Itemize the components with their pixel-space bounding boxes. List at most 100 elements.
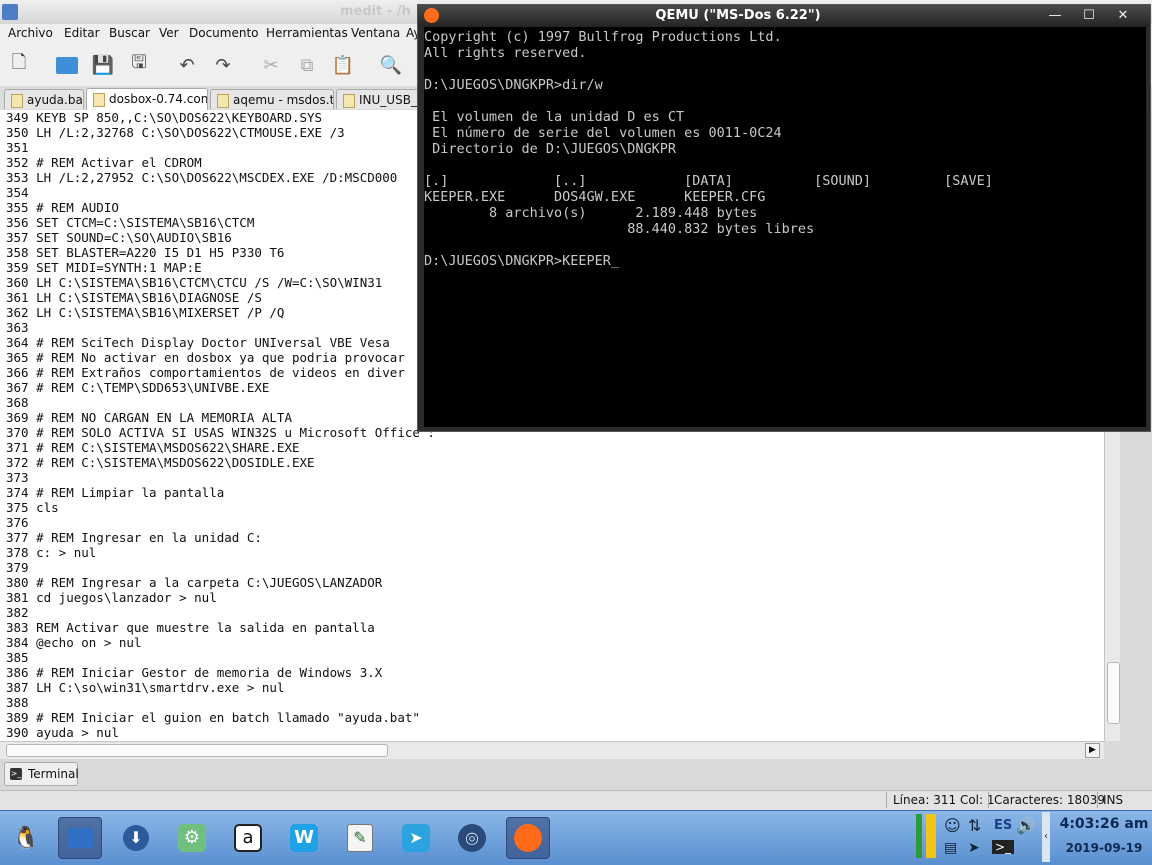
menu-ver[interactable]: Ver [159, 26, 179, 40]
code-line: 377 # REM Ingresar en la unidad C: [6, 530, 262, 545]
telegram-icon[interactable]: ➤ [394, 817, 438, 859]
cut-icon[interactable]: ✂ [258, 52, 284, 78]
menu-herramientas[interactable]: Herramientas [266, 26, 348, 40]
tab-inu-usb[interactable]: INU_USB_LI [336, 89, 420, 109]
dos-output-line: Copyright (c) 1997 Bullfrog Productions … [424, 29, 782, 45]
tab-aqemu-msdos[interactable]: aqemu - msdos.txt [210, 89, 334, 109]
code-line: 349 KEYB SP 850,,C:\SO\DOS622\KEYBOARD.S… [6, 110, 323, 125]
code-line: 374 # REM Limpiar la pantalla [6, 485, 225, 500]
code-line: 375 cls [6, 500, 59, 515]
tux-menu-icon[interactable]: 🐧 [4, 817, 48, 859]
sync-arrows-icon[interactable]: ⇅ [968, 816, 981, 835]
code-line: 363 [6, 320, 29, 335]
code-line: 368 [6, 395, 29, 410]
qemu-window[interactable]: QEMU ("MS-Dos 6.22") — ☐ ✕ Copyright (c)… [417, 4, 1151, 432]
dos-output-line: El número de serie del volumen es 0011-0… [424, 125, 782, 141]
open-folder-icon[interactable] [54, 52, 80, 78]
copy-icon[interactable]: ⧉ [294, 52, 320, 78]
dos-screen[interactable]: Copyright (c) 1997 Bullfrog Productions … [424, 27, 1146, 427]
code-line: 385 [6, 650, 29, 665]
settings-icon[interactable]: ⚙ [170, 817, 214, 859]
dos-output-line: 88.440.832 bytes libres [424, 221, 815, 237]
network-app-icon[interactable]: ◎ [450, 817, 494, 859]
file-icon [217, 94, 229, 108]
mouse-pointer-icon [700, 251, 713, 267]
code-line: 351 [6, 140, 29, 155]
maximize-icon[interactable]: ☐ [1078, 7, 1100, 25]
battery-icon [926, 814, 936, 858]
redo-icon[interactable]: ↷ [210, 52, 236, 78]
minimize-icon[interactable]: — [1044, 7, 1066, 25]
dos-output-line: D:\JUEGOS\DNGKPR>dir/w [424, 77, 603, 93]
code-line: 386 # REM Iniciar Gestor de memoria de W… [6, 665, 383, 680]
paste-icon[interactable]: 📋 [330, 52, 356, 78]
code-line: 366 # REM Extraños comportamientos de vi… [6, 365, 405, 380]
horizontal-scrollbar[interactable]: ▶ [0, 741, 1104, 759]
medit-app-icon [2, 4, 18, 20]
cpu-monitor-icon [916, 814, 922, 858]
code-line: 382 [6, 605, 29, 620]
code-line: 359 SET MIDI=SYNTH:1 MAP:E [6, 260, 202, 275]
qemu-title: QEMU ("MS-Dos 6.22") [655, 8, 821, 23]
code-line: 388 [6, 695, 29, 710]
telegram-tray-icon[interactable]: ➤ [968, 840, 980, 856]
menu-ventana[interactable]: Ventana [351, 26, 400, 40]
new-file-icon[interactable]: 🗋 [6, 52, 32, 78]
vertical-scroll-thumb[interactable] [1107, 662, 1120, 724]
code-line: 350 LH /L:2,32768 C:\SO\DOS622\CTMOUSE.E… [6, 125, 345, 140]
terminal-icon: >_ [10, 768, 22, 780]
horizontal-scroll-thumb[interactable] [6, 744, 388, 757]
code-line: 352 # REM Activar el CDROM [6, 155, 202, 170]
terminal-button[interactable]: >_ Terminal [4, 762, 79, 786]
system-tray: ☺ ⇅ ES 🔊 ▤ ➤ >_ ‹ [916, 812, 1050, 862]
volume-icon[interactable]: 🔊 [1016, 816, 1036, 835]
file-icon [343, 94, 355, 108]
clock-time: 4:03:26 am [1059, 816, 1149, 832]
keyboard-layout[interactable]: ES [994, 818, 1012, 833]
code-line: 381 cd juegos\lanzador > nul [6, 590, 217, 605]
menu-buscar[interactable]: Buscar [109, 26, 150, 40]
code-line: 367 # REM C:\TEMP\SDD653\UNIVBE.EXE [6, 380, 270, 395]
menu-editar[interactable]: Editar [64, 26, 100, 40]
qemu-titlebar[interactable]: QEMU ("MS-Dos 6.22") — ☐ ✕ [418, 5, 1150, 27]
code-line: 372 # REM C:\SISTEMA\MSDOS622\DOSIDLE.EX… [6, 455, 315, 470]
dos-output-line: All rights reserved. [424, 45, 587, 61]
code-line: 358 SET BLASTER=A220 I5 D1 H5 P330 T6 [6, 245, 285, 260]
cursor-position: Línea: 311 Col: 1 [893, 793, 995, 807]
menu-documento[interactable]: Documento [189, 26, 259, 40]
status-bar: Línea: 311 Col: 1 Caracteres: 18039 INS [0, 790, 1152, 810]
code-line: 360 LH C:\SISTEMA\SB16\CTCM\CTCU /S /W=C… [6, 275, 383, 290]
file-icon [93, 93, 105, 107]
code-line: 376 [6, 515, 29, 530]
tab-dosbox-conf[interactable]: dosbox-0.74.conf [86, 88, 208, 110]
user-icon[interactable]: ☺ [944, 816, 961, 835]
code-line: 364 # REM SciTech Display Doctor UNIvers… [6, 335, 390, 350]
terminal-tray-icon[interactable]: >_ [992, 840, 1015, 854]
text-editor-icon[interactable]: ✎ [338, 817, 382, 859]
save-as-icon[interactable]: 🖫 [126, 52, 152, 78]
code-line: 356 SET CTCM=C:\SISTEMA\SB16\CTCM [6, 215, 255, 230]
code-line: 371 # REM C:\SISTEMA\MSDOS622\SHARE.EXE [6, 440, 300, 455]
tab-ayuda-bat[interactable]: ayuda.bat [4, 89, 84, 109]
dos-output-line: D:\JUEGOS\DNGKPR>KEEPER_ [424, 253, 620, 269]
file-icon [11, 94, 23, 108]
qemu-taskbar-icon[interactable] [506, 817, 550, 859]
download-icon[interactable]: ⬇ [114, 817, 158, 859]
scroll-right-arrow-icon[interactable]: ▶ [1085, 743, 1100, 758]
file-manager-icon[interactable] [58, 817, 102, 859]
undo-icon[interactable]: ↶ [174, 52, 200, 78]
save-icon[interactable]: 💾 [90, 52, 116, 78]
tray-collapse-icon[interactable]: ‹ [1042, 812, 1050, 862]
w-app-icon[interactable]: W [282, 817, 326, 859]
code-line: 361 LH C:\SISTEMA\SB16\DIAGNOSE /S [6, 290, 262, 305]
clock[interactable]: 4:03:26 am 2019-09-19 [1056, 812, 1152, 862]
code-line: 383 REM Activar que muestre la salida en… [6, 620, 375, 635]
dos-output-line: 8 archivo(s) 2.189.448 bytes [424, 205, 758, 221]
app-a-icon[interactable]: a [226, 817, 270, 859]
menu-archivo[interactable]: Archivo [8, 26, 53, 40]
code-line: 355 # REM AUDIO [6, 200, 119, 215]
search-icon[interactable]: 🔍 [378, 52, 404, 78]
clipboard-icon[interactable]: ▤ [944, 840, 957, 856]
dos-output-line: KEEPER.EXE DOS4GW.EXE KEEPER.CFG [424, 189, 766, 205]
close-icon[interactable]: ✕ [1112, 7, 1134, 25]
